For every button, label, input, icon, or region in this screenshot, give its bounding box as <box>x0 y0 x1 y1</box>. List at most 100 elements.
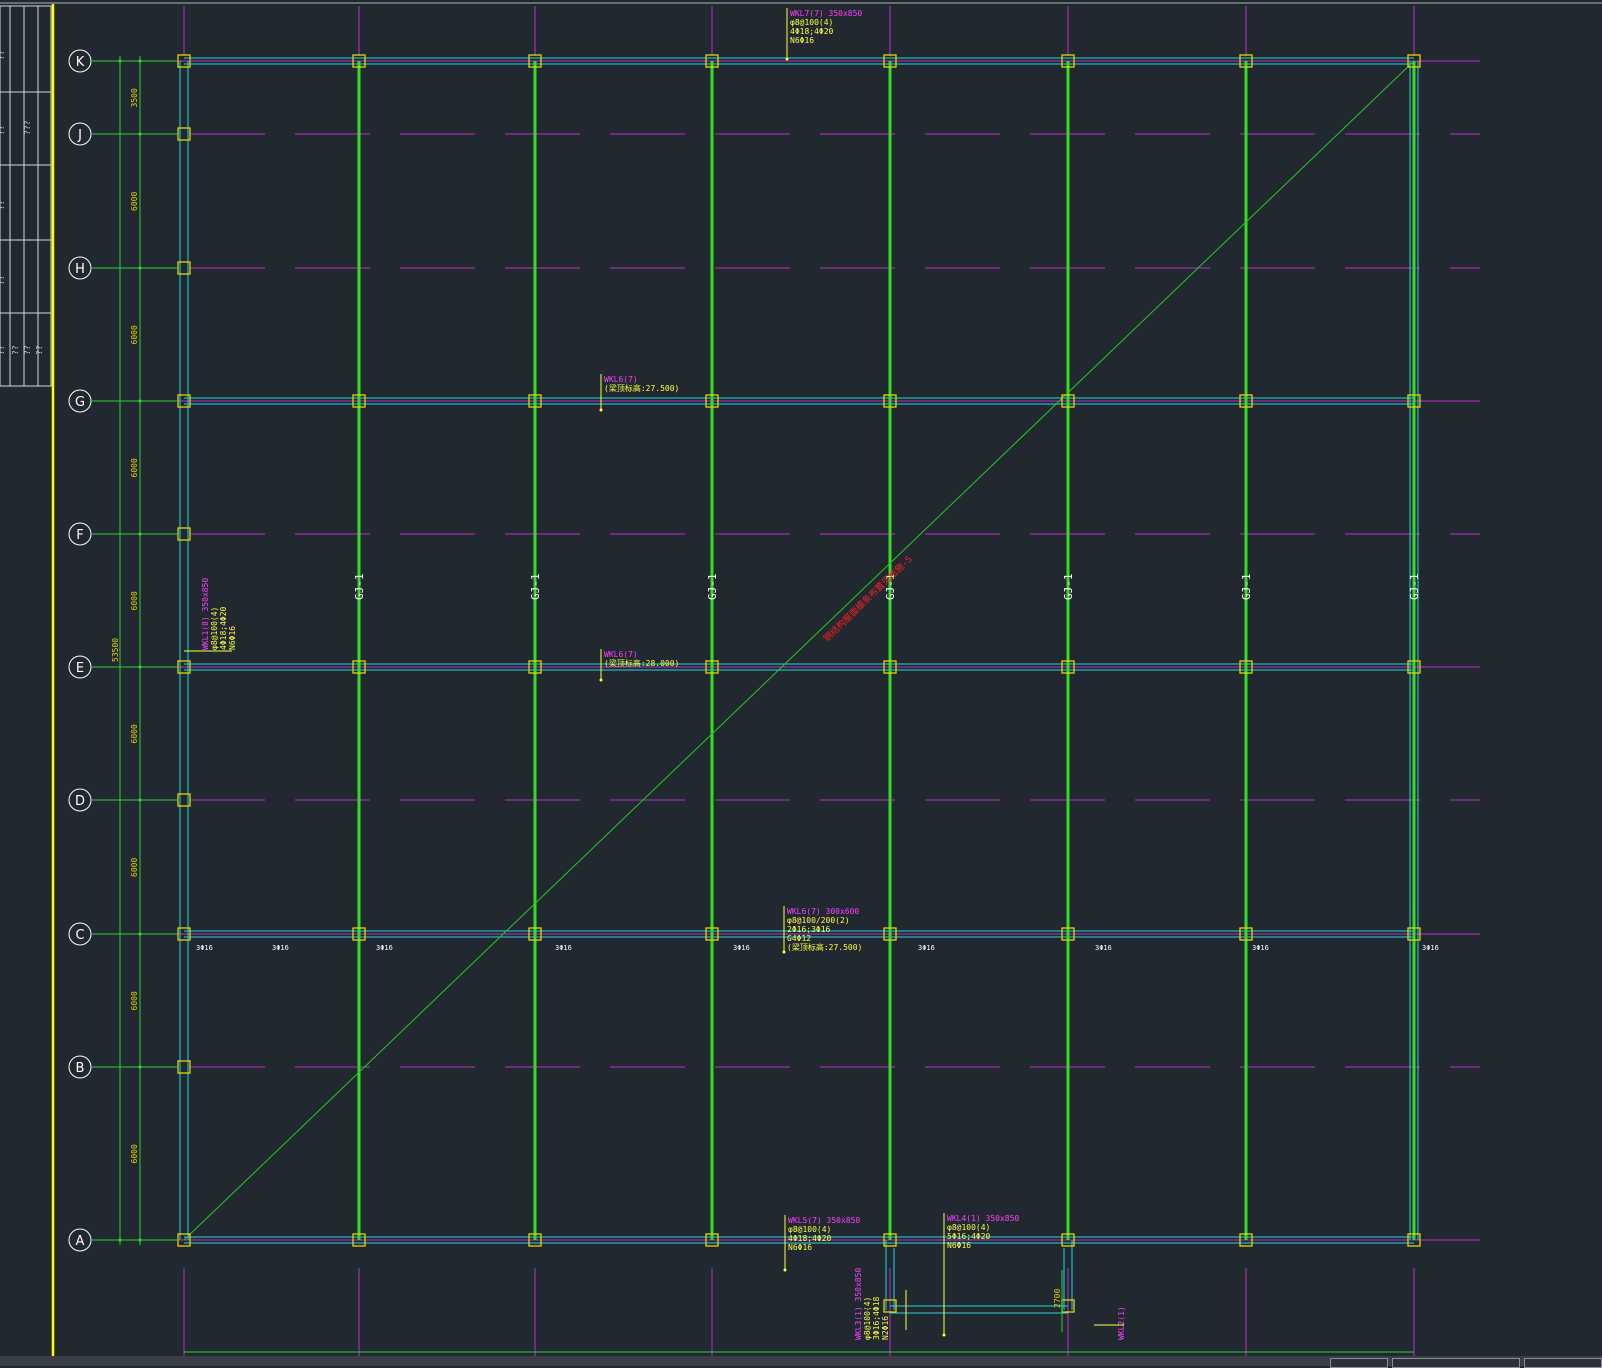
annotation-c-beam: WKL6(7) 300x600 <box>787 907 859 916</box>
drawing-canvas[interactable]: ??????????????????? GJ-1 GJ-1 GJ-1 GJ-1 GJ-1… <box>0 0 1602 1366</box>
annotation-leader-dot <box>599 408 603 412</box>
frame-label: GJ-1 <box>353 574 366 601</box>
annotation-leader-dot <box>783 1268 787 1272</box>
dimension-text: 6000 <box>130 192 139 211</box>
dimension-dot <box>138 532 142 536</box>
dimension-dot <box>138 798 142 802</box>
status-segment[interactable] <box>1524 1358 1602 1368</box>
rebar-note: 3Φ16 <box>555 944 572 952</box>
axis-lines <box>170 6 1480 1356</box>
dimension-dot <box>138 399 142 403</box>
rebar-note: 3Φ16 <box>1095 944 1112 952</box>
dimension-dot <box>138 1065 142 1069</box>
grid-label: G <box>75 395 85 410</box>
title-block-mark: ?? <box>23 345 32 355</box>
status-bar <box>0 1356 1602 1368</box>
title-block-mark: ?? <box>0 125 6 135</box>
diagonal-note: 钢结构屋面檩条布置见结施-S <box>821 553 915 644</box>
annotation-lower-left-beam: φ8@100(4) <box>863 1297 872 1340</box>
title-block-mark: ?? <box>0 345 6 355</box>
status-segment[interactable] <box>1330 1358 1388 1368</box>
annotation-leader-dot <box>599 678 603 682</box>
annotation-c-beam: G4Φ12 <box>787 934 811 943</box>
annotation-left-beam: N6Φ16 <box>228 626 237 650</box>
rebar-note: 3Φ16 <box>1422 944 1439 952</box>
dimensions: 3500 6000 6000 6000 6000 6000 6000 6000 6000 5350… <box>92 56 1414 1364</box>
annotation-lower-left-beam: WKL3(1) 350x850 <box>854 1268 863 1340</box>
status-segment[interactable] <box>1392 1358 1520 1368</box>
dimension-text: 6000 <box>130 858 139 877</box>
annotation-c-beam: (梁顶标高:27.500) <box>787 942 862 952</box>
frame-label: GJ-1 <box>529 574 542 601</box>
grid-label: A <box>76 1234 85 1249</box>
frame-label: GJ-1 <box>1408 574 1421 601</box>
frame-label: GJ-1 <box>706 574 719 601</box>
frame-label: GJ-1 <box>1240 574 1253 601</box>
annotation-lower-left-beam: 3Φ16;4Φ18 <box>872 1296 881 1340</box>
rebar-note: 3Φ16 <box>196 944 213 952</box>
rebar-note: 3Φ16 <box>272 944 289 952</box>
annotation-bottom-right-beam: N6Φ16 <box>947 1241 971 1250</box>
columns <box>177 54 1421 1313</box>
annotation-leader-dot <box>782 950 786 954</box>
annotation-bottom-beam: 4Φ18;4Φ20 <box>788 1234 832 1243</box>
annotation-e-beam: WKL6(7) <box>604 650 638 659</box>
dimension-text: 3500 <box>130 88 139 107</box>
annotation-left-beam: 4Φ18;4Φ20 <box>219 606 228 650</box>
annotation-bottom-right-beam: 5Φ16;4Φ20 <box>947 1232 991 1241</box>
diagonal-line <box>183 60 1415 1241</box>
annotation-top-beam: N6Φ16 <box>790 36 814 45</box>
steel-frames: GJ-1 GJ-1 GJ-1 GJ-1 GJ-1 GJ-1 GJ-1 <box>353 61 1421 1240</box>
title-block-mark: ?? <box>0 275 6 285</box>
beams <box>179 57 1419 1314</box>
annotation-top-beam: WKL7(7) 350x850 <box>790 9 862 18</box>
grid-labels: K J H G F E D C B A <box>68 49 92 1252</box>
diagonal-line: 钢结构屋面檩条布置见结施-S <box>183 60 1415 1241</box>
dimension-text: 6000 <box>130 991 139 1010</box>
annotation-g-beam: (梁顶标高:27.500) <box>604 383 679 393</box>
annotation-top-beam: φ8@100(4) <box>790 18 833 27</box>
annotation-g-beam: WKL6(7) <box>604 375 638 384</box>
frame-label: GJ-1 <box>1062 574 1075 601</box>
grid-label: B <box>76 1061 85 1076</box>
dimension-text: 6000 <box>130 724 139 743</box>
dimension-text: 2700 <box>1053 1289 1062 1308</box>
grid-label: K <box>76 55 85 70</box>
dimension-dot <box>138 1238 142 1242</box>
annotation-lower-right-beam: WKL2(1) <box>1117 1306 1126 1340</box>
grid-label: D <box>75 794 85 809</box>
grid-label: F <box>76 528 83 543</box>
dimension-text-total: 53500 <box>111 638 120 662</box>
grid-label: C <box>75 928 84 943</box>
title-block-mark: ?? <box>0 50 6 60</box>
dimension-text: 6000 <box>130 325 139 344</box>
title-block-mark: ?? <box>35 345 44 355</box>
rebar-note: 3Φ16 <box>918 944 935 952</box>
dimension-dot <box>138 132 142 136</box>
dimension-dot <box>138 932 142 936</box>
dimension-dot <box>138 665 142 669</box>
annotation-lower-left-beam: N2Φ16 <box>881 1316 890 1340</box>
annotation-bottom-beam: φ8@100(4) <box>788 1225 831 1234</box>
annotation-left-beam: φ8@100(4) <box>210 607 219 650</box>
annotation-leader-dot <box>942 1333 946 1337</box>
title-block-mark: ?? <box>11 345 20 355</box>
annotation-bottom-beam: WKL5(7) 350x850 <box>788 1216 860 1225</box>
rebar-note: 3Φ16 <box>733 944 750 952</box>
grid-label: E <box>76 661 84 676</box>
dimension-text: 6000 <box>130 458 139 477</box>
dimension-dot <box>118 59 122 63</box>
annotation-top-beam: 4Φ18;4Φ20 <box>790 27 834 36</box>
annotation-bottom-right-beam: WKL4(1) 350x850 <box>947 1214 1019 1223</box>
beam-annotations: WKL7(7) 350x850φ8@100(4)4Φ18;4Φ20N6Φ16WK… <box>184 8 1439 1340</box>
dimension-dot <box>118 1238 122 1242</box>
title-block-mark: ??? <box>23 120 32 135</box>
rebar-note: 3Φ16 <box>376 944 393 952</box>
title-block-mark: ?? <box>0 200 6 210</box>
dimension-dot <box>138 266 142 270</box>
dimension-dot <box>138 59 142 63</box>
annotation-e-beam: (梁顶标高:28.000) <box>604 658 679 668</box>
title-block-frame <box>0 5 52 387</box>
dimension-text: 6000 <box>130 591 139 610</box>
dimension-text: 6000 <box>130 1144 139 1163</box>
